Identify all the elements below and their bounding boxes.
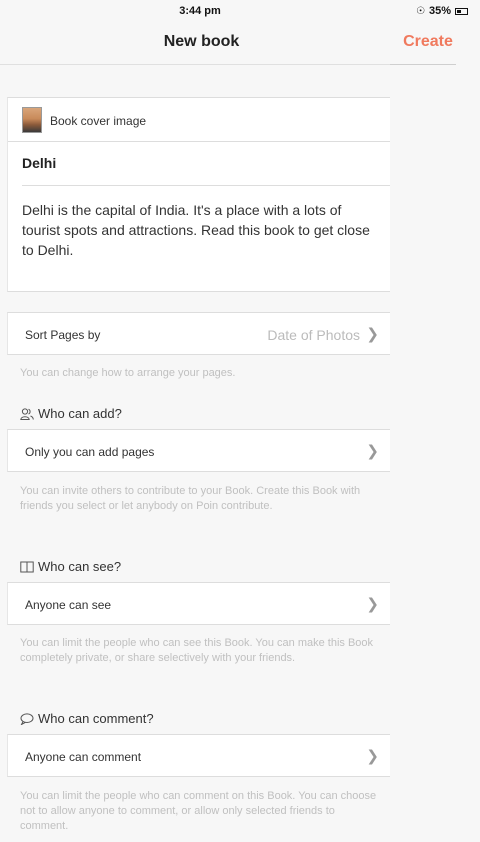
book-cover-thumbnail[interactable] [22, 107, 42, 133]
who-can-add-value: Only you can add pages [25, 445, 155, 459]
who-can-comment-value: Anyone can comment [25, 750, 142, 764]
chevron-right-icon: ❯ [366, 443, 379, 460]
who-can-comment-row[interactable]: Anyone can comment ❯ [7, 734, 390, 777]
who-can-see-hint: You can limit the people who can see thi… [20, 637, 374, 664]
who-can-comment-hint: You can limit the people who can comment… [20, 790, 377, 832]
speech-bubble-icon [20, 712, 34, 725]
people-icon [20, 407, 34, 420]
who-can-add-title: Who can add? [38, 406, 122, 421]
book-title-field[interactable]: Delhi [22, 142, 390, 186]
status-time: 3:44 pm [179, 5, 221, 17]
book-title-value[interactable]: Delhi [22, 155, 56, 171]
who-can-comment-header: Who can comment? [20, 711, 154, 726]
create-button[interactable]: Create [390, 33, 466, 51]
nav-bar: New book Create [0, 22, 480, 64]
chevron-right-icon: ❯ [366, 596, 379, 613]
sort-pages-value: Date of Photos [267, 327, 360, 343]
rotation-lock-icon: ☉ [416, 5, 425, 17]
who-can-see-value: Anyone can see [25, 598, 112, 612]
book-info-panel: Book cover image Delhi Delhi is the capi… [7, 97, 390, 292]
sort-pages-hint: You can change how to arrange your pages… [20, 367, 236, 379]
book-cover-label: Book cover image [50, 114, 147, 128]
battery-icon [455, 7, 468, 15]
status-indicators: ☉ 35% [416, 5, 468, 17]
book-cover-row[interactable]: Book cover image [8, 98, 390, 142]
who-can-see-header: Who can see? [20, 559, 121, 574]
status-bar: 3:44 pm ☉ 35% [0, 0, 480, 22]
page-title: New book [163, 33, 240, 50]
who-can-add-header: Who can add? [20, 406, 122, 421]
who-can-see-title: Who can see? [38, 559, 122, 574]
who-can-comment-title: Who can comment? [38, 711, 154, 726]
chevron-right-icon: ❯ [366, 748, 379, 765]
chevron-right-icon: ❯ [366, 326, 379, 343]
book-description-field[interactable]: Delhi is the capital of India. It's a pl… [22, 200, 372, 260]
nav-divider-right [390, 64, 456, 65]
who-can-add-hint: You can invite others to contribute to y… [20, 485, 361, 512]
nav-divider [0, 64, 390, 65]
book-icon [20, 561, 34, 572]
who-can-add-row[interactable]: Only you can add pages ❯ [7, 429, 390, 472]
who-can-see-row[interactable]: Anyone can see ❯ [7, 582, 390, 625]
battery-percent: 35% [428, 5, 451, 17]
sort-pages-row[interactable]: Sort Pages by Date of Photos ❯ [7, 312, 390, 355]
sort-pages-label: Sort Pages by [25, 328, 101, 342]
